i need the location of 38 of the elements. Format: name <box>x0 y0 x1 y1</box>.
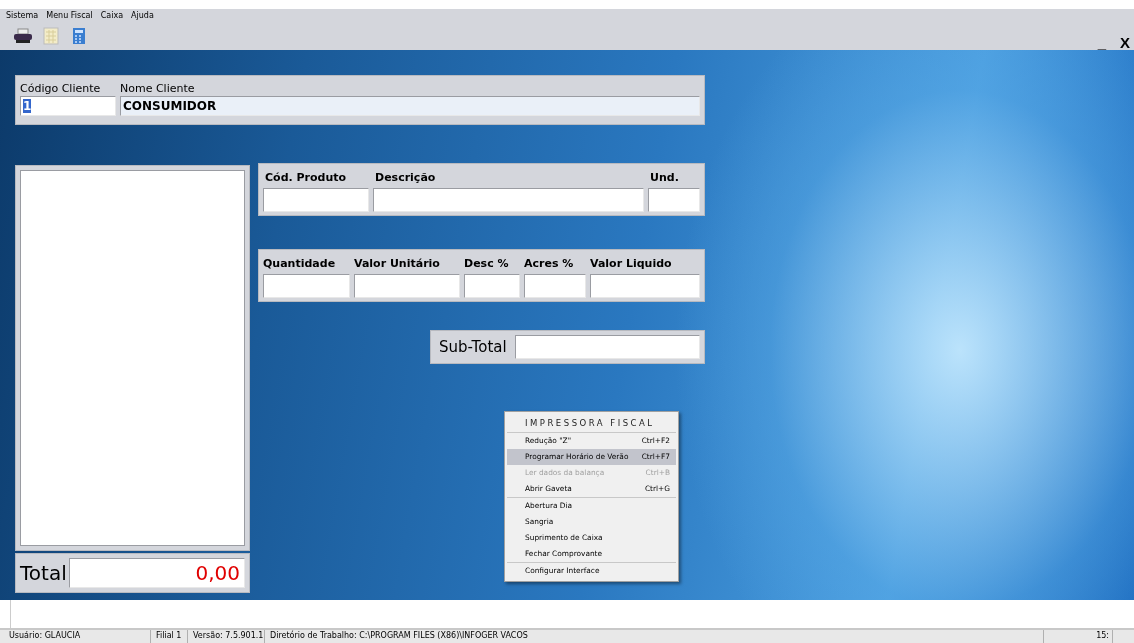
field-label: Nome Cliente <box>120 82 196 96</box>
input-field[interactable] <box>354 274 460 298</box>
input-field[interactable] <box>524 274 586 298</box>
menu-item[interactable]: Sistema <box>6 11 39 20</box>
status-text: Diretório de Trabalho: C:\PROGRAM FILES (X86)\INFOGER VACOS <box>267 630 1044 643</box>
input-field[interactable] <box>648 188 700 212</box>
menu-title: IMPRESSORA FISCAL <box>507 414 676 433</box>
status-text: Usuário: GLAUCIA <box>6 630 151 643</box>
printer-icon <box>13 28 33 44</box>
menu-item[interactable]: Caixa <box>100 11 124 20</box>
field-label: Valor Unitário <box>354 256 441 272</box>
input-field[interactable] <box>373 188 644 212</box>
client-code-field[interactable]: 1 <box>20 96 116 116</box>
field-label: Acres % <box>524 256 575 272</box>
status-text: Versão: 7.5.901.1 <box>190 630 265 643</box>
input-field[interactable] <box>464 274 520 298</box>
total-field: 0,00 <box>68 558 245 588</box>
close-button[interactable]: X <box>1118 35 1132 57</box>
minimize-button[interactable]: _ <box>1095 35 1108 57</box>
menu-item[interactable]: Menu Fiscal <box>46 11 93 20</box>
input-field[interactable] <box>263 274 350 298</box>
field-label: Und. <box>649 170 680 186</box>
field-label: Desc % <box>464 256 510 272</box>
spreadsheet-icon <box>43 27 59 45</box>
total-label: Total <box>20 561 67 585</box>
input-field[interactable] <box>590 274 700 298</box>
field-label: Código Cliente <box>20 82 102 96</box>
field-label: Quantidade <box>263 256 337 272</box>
input-field[interactable] <box>263 188 369 212</box>
field-label: Cód. Produto <box>264 170 348 186</box>
field-label: Descrição <box>374 170 437 186</box>
calculator-icon <box>72 27 86 45</box>
status-text: 15: <box>1046 630 1113 643</box>
field-label: Valor Liquido <box>590 256 673 272</box>
client-name-field[interactable]: CONSUMIDOR <box>120 96 700 116</box>
subtotal-label: Sub-Total <box>439 338 507 356</box>
status-text: Filial 1 <box>153 630 188 643</box>
menu-item[interactable]: Ajuda <box>131 11 154 20</box>
